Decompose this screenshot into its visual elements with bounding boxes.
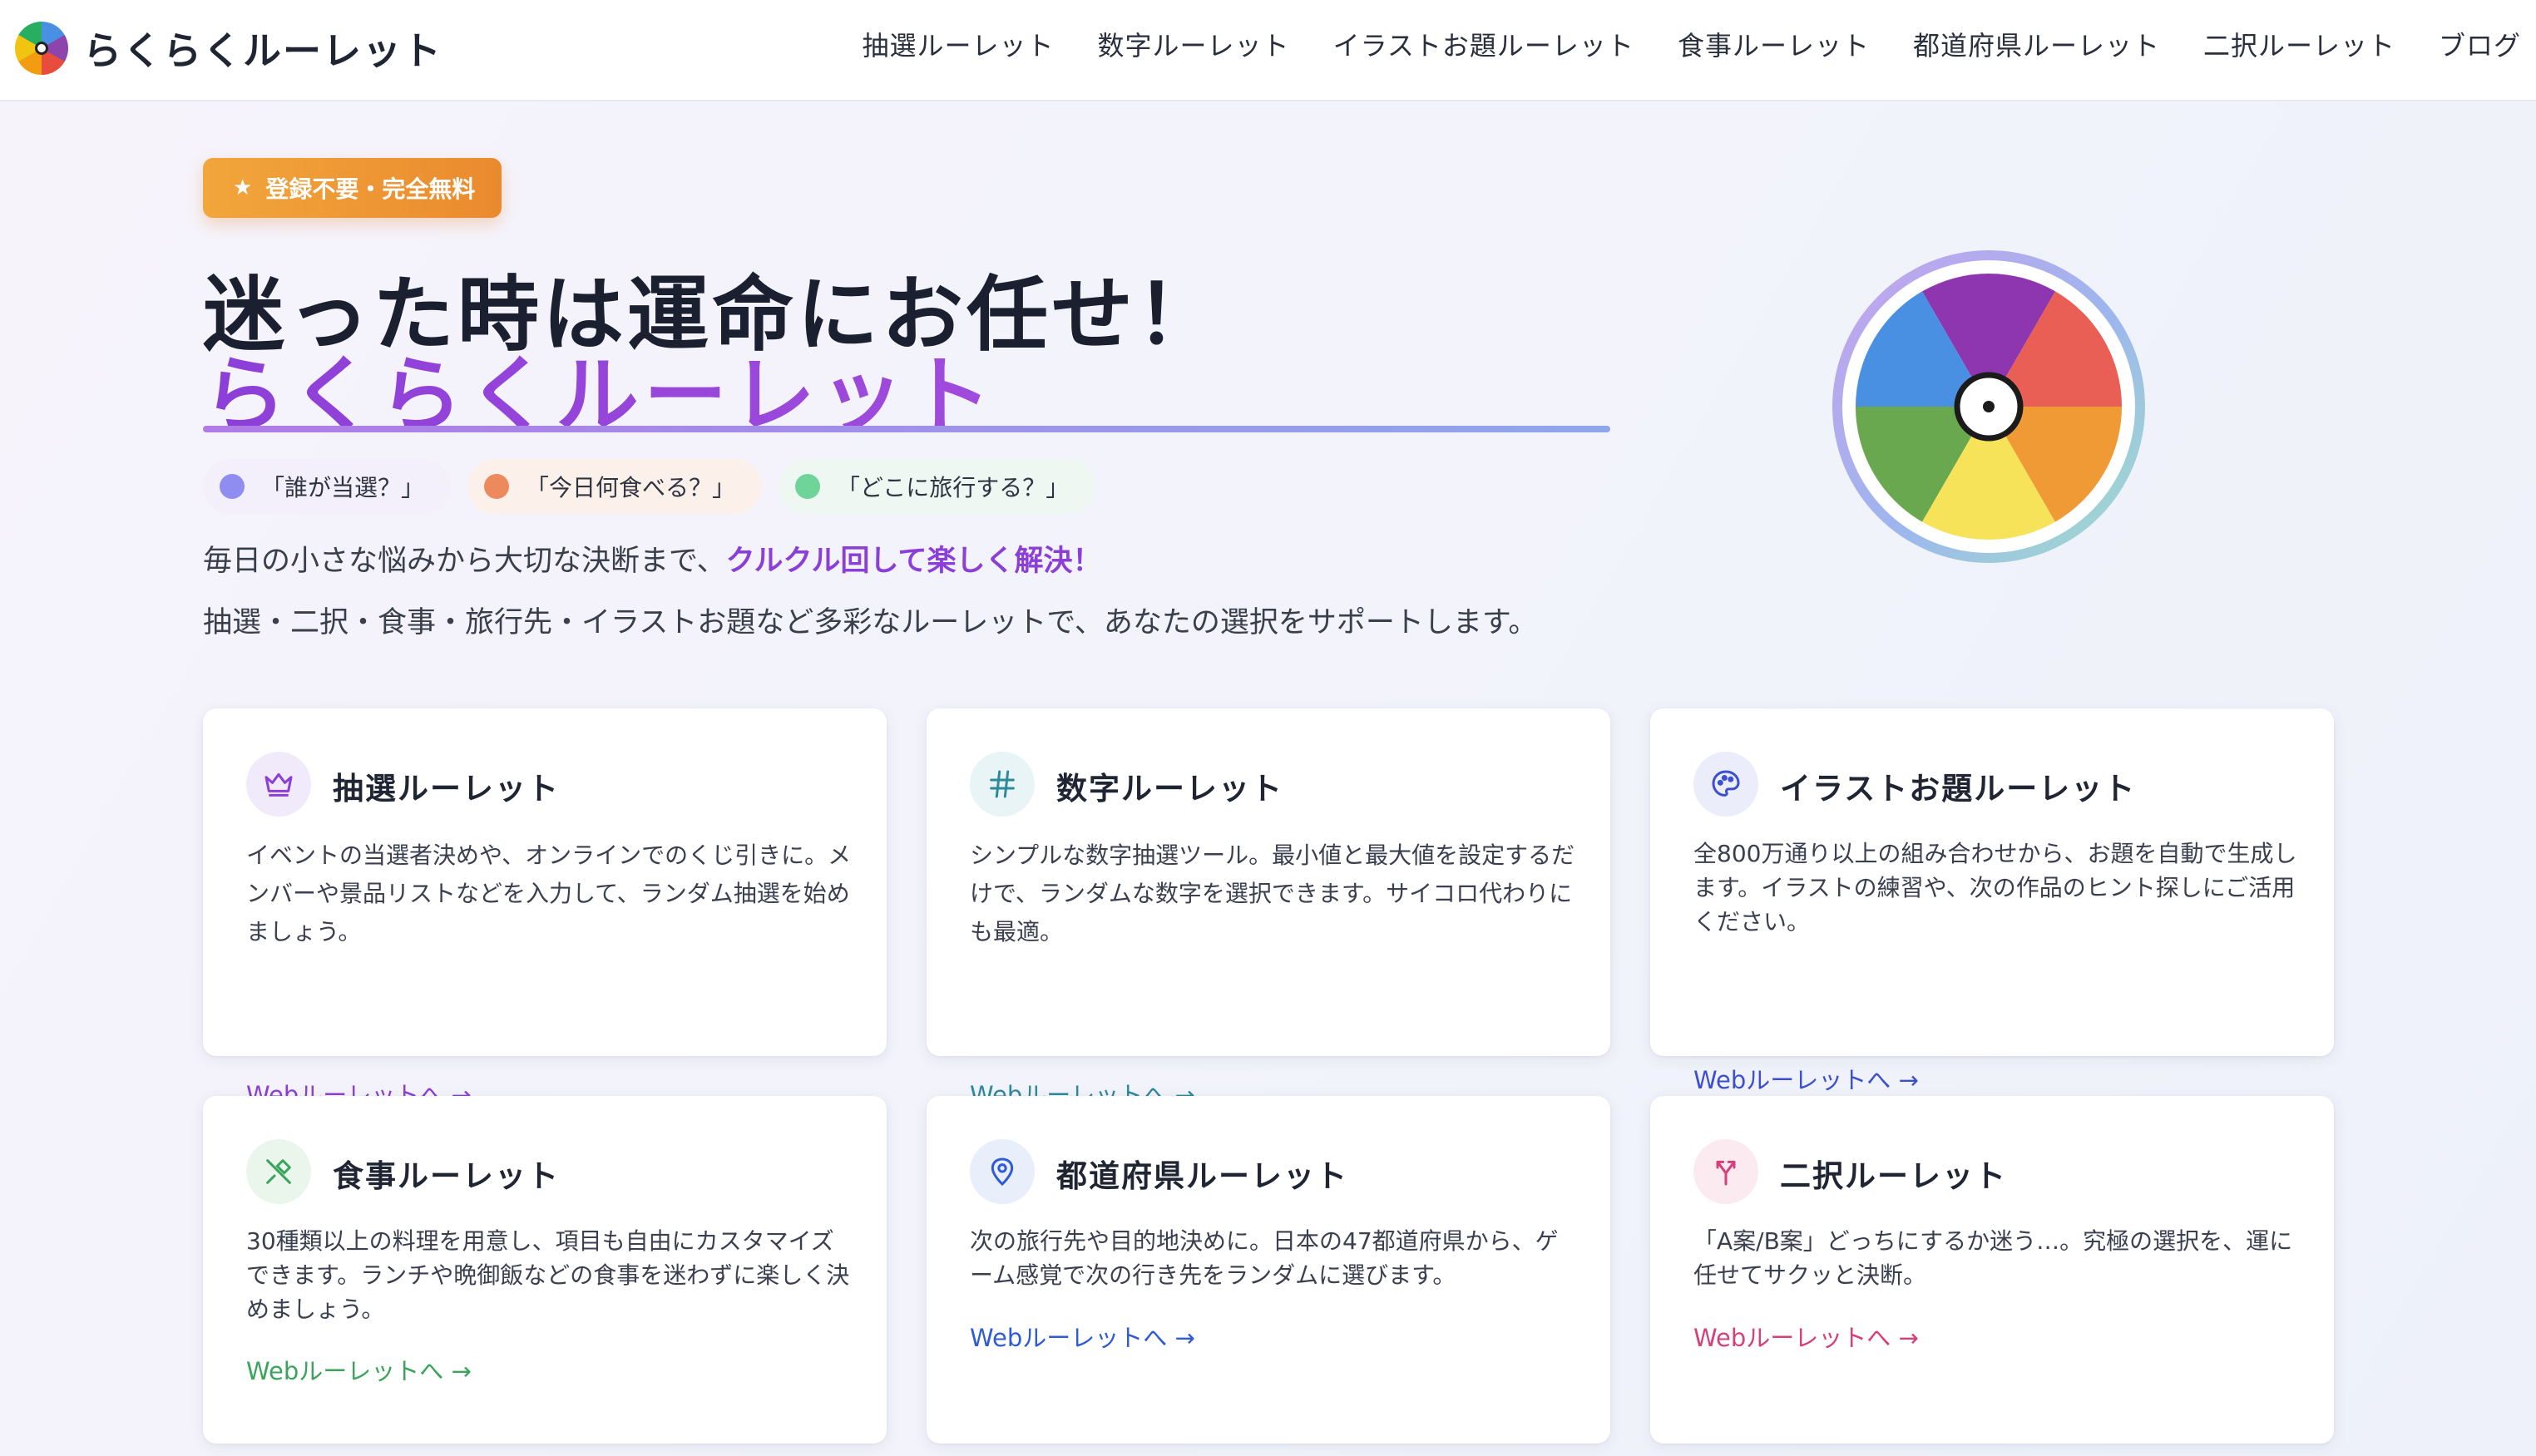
card-number[interactable]: 数字ルーレット シンプルな数字抽選ツール。最小値と最大値を設定するだけで、ランダ…: [927, 708, 1610, 1109]
logo-text: らくらくルーレット: [83, 28, 442, 73]
card-title: 食事ルーレット: [333, 1158, 560, 1194]
card-link[interactable]: Webルーレットへ →: [1693, 1319, 1919, 1354]
card-food[interactable]: 食事ルーレット 30種類以上の料理を用意し、項目も自由にカスタマイズできます。ラ…: [203, 1096, 887, 1444]
card-title: 抽選ルーレット: [333, 771, 560, 807]
card-illustration[interactable]: イラストお題ルーレット 全800万通り以上の組み合わせから、お題を自動で生成しま…: [1650, 708, 2334, 1094]
title-underline: [203, 426, 1610, 432]
chip-who: 「誰が当選？」: [203, 459, 452, 514]
lead-text: 毎日の小さな悩みから大切な決断まで、クルクル回して楽しく解決！: [203, 537, 1101, 580]
roulette-wheel-icon: [1832, 250, 2145, 563]
main-content: ★ 登録不要・完全無料 迷った時は運命にお任せ！ らくらくルーレット 「誰が当選…: [0, 103, 2536, 1456]
nav-item-blog[interactable]: ブログ: [2439, 25, 2521, 63]
card-link[interactable]: Webルーレットへ →: [1693, 1061, 1919, 1096]
dot-icon: [795, 474, 821, 499]
card-title: 二択ルーレット: [1780, 1158, 2007, 1194]
lead-description: 抽選・二択・食事・旅行先・イラストお題など多彩なルーレットで、あなたの選択をサポ…: [203, 606, 1538, 639]
chip-label: 「今日何食べる？」: [526, 474, 736, 501]
dot-icon: [484, 474, 510, 499]
card-link[interactable]: Webルーレットへ →: [970, 1319, 1195, 1354]
card-description: 次の旅行先や目的地決めに。日本の47都道府県から、ゲーム感覚で次の行き先をランダ…: [970, 1227, 1559, 1289]
nav-item-food[interactable]: 食事ルーレット: [1678, 25, 1870, 63]
nav-item-number[interactable]: 数字ルーレット: [1098, 25, 1290, 63]
card-title: イラストお題ルーレット: [1780, 771, 2137, 807]
nav-item-illustration[interactable]: イラストお題ルーレット: [1333, 25, 1634, 63]
site-logo[interactable]: らくらくルーレット: [15, 18, 442, 78]
chip-food: 「今日何食べる？」: [467, 459, 763, 514]
lead-highlight: クルクル回して楽しく解決！: [725, 545, 1102, 578]
chip-label: 「どこに旅行する？」: [837, 474, 1070, 501]
utensils-icon: [246, 1139, 311, 1204]
nav-item-lottery[interactable]: 抽選ルーレット: [863, 25, 1055, 63]
site-header: らくらくルーレット 抽選ルーレット 数字ルーレット イラストお題ルーレット 食事…: [0, 0, 2536, 101]
star-icon: ★: [233, 175, 253, 200]
chip-label: 「誰が当選？」: [261, 474, 425, 501]
card-title: 都道府県ルーレット: [1056, 1158, 1348, 1194]
question-chips: 「誰が当選？」 「今日何食べる？」 「どこに旅行する？」: [203, 459, 1096, 514]
badge-label: 登録不要・完全無料: [265, 175, 476, 203]
roulette-logo-icon: [15, 22, 68, 75]
split-arrow-icon: [1693, 1139, 1758, 1204]
crown-icon: [246, 752, 311, 817]
roulette-wheel-illustration: [1827, 244, 2151, 569]
hash-icon: [970, 752, 1035, 817]
chip-travel: 「どこに旅行する？」: [779, 459, 1096, 514]
card-binary[interactable]: 二択ルーレット 「A案/B案」どっちにするか迷う…。究極の選択を、運に任せてサク…: [1650, 1096, 2334, 1444]
card-description: 全800万通り以上の組み合わせから、お題を自動で生成します。イラストの練習や、次…: [1693, 840, 2297, 935]
card-link[interactable]: Webルーレットへ →: [246, 1352, 472, 1387]
card-description: シンプルな数字抽選ツール。最小値と最大値を設定するだけで、ランダムな数字を選択で…: [970, 842, 1575, 945]
card-prefecture[interactable]: 都道府県ルーレット 次の旅行先や目的地決めに。日本の47都道府県から、ゲーム感覚…: [927, 1096, 1610, 1444]
nav-item-binary[interactable]: 二択ルーレット: [2203, 25, 2395, 63]
free-badge: ★ 登録不要・完全無料: [203, 158, 502, 218]
card-title: 数字ルーレット: [1056, 771, 1283, 807]
nav-item-prefecture[interactable]: 都道府県ルーレット: [1913, 25, 2160, 63]
dot-icon: [220, 474, 245, 499]
card-description: 30種類以上の料理を用意し、項目も自由にカスタマイズできます。ランチや晩御飯など…: [246, 1227, 850, 1323]
card-description: 「A案/B案」どっちにするか迷う…。究極の選択を、運に任せてサクッと決断。: [1693, 1227, 2293, 1289]
lead-prefix: 毎日の小さな悩みから大切な決断まで、: [203, 545, 726, 578]
card-lottery[interactable]: 抽選ルーレット イベントの当選者決めや、オンラインでのくじ引きに。メンバーや景品…: [203, 708, 887, 1109]
palette-icon: [1693, 752, 1758, 817]
main-nav: 抽選ルーレット 数字ルーレット イラストお題ルーレット 食事ルーレット 都道府県…: [863, 25, 2521, 63]
map-pin-icon: [970, 1139, 1035, 1204]
card-description: イベントの当選者決めや、オンラインでのくじ引きに。メンバーや景品リストなどを入力…: [246, 842, 852, 945]
